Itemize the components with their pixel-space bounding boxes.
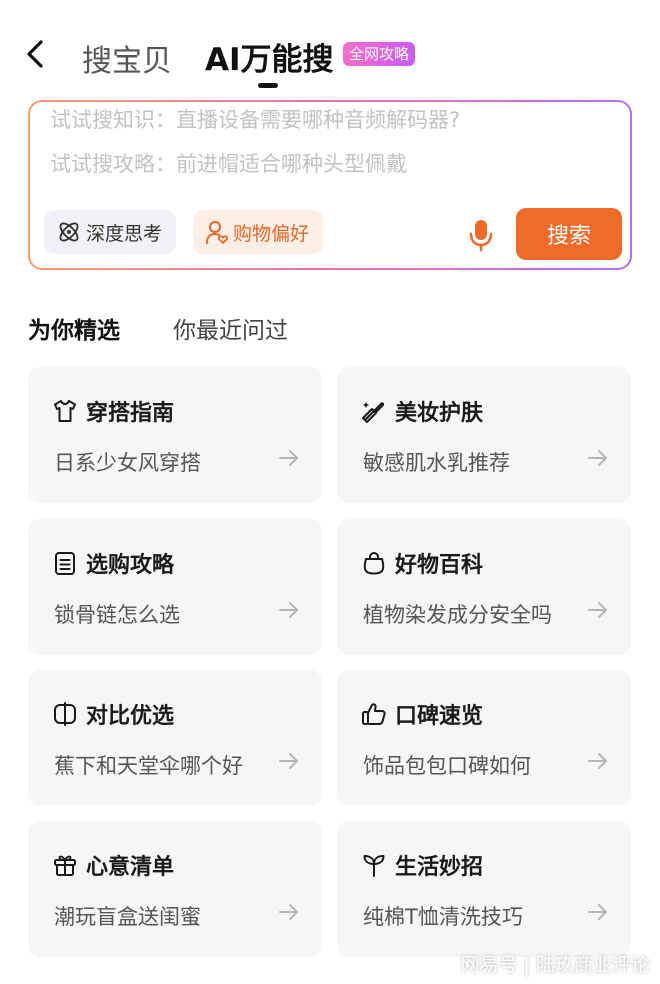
- card-title: 好物百科: [361, 547, 483, 579]
- card-title: 对比优选: [52, 698, 174, 730]
- back-button[interactable]: [20, 36, 50, 72]
- card-title-text: 选购攻略: [86, 553, 175, 578]
- card-query: 潮玩盲盒送闺蜜: [54, 905, 201, 929]
- card-title-text: 好物百科: [395, 553, 484, 578]
- suggestion-card-compare[interactable]: 对比优选 蕉下和天堂伞哪个好: [28, 670, 322, 806]
- compare-icon: [54, 702, 76, 726]
- gift-icon: [54, 855, 76, 876]
- search-hint-knowledge[interactable]: 试试搜知识：直播设备需要哪种音频解码器?: [50, 104, 460, 134]
- tab-baobei[interactable]: 搜宝贝: [82, 36, 172, 80]
- card-title: 生活妙招: [361, 849, 483, 881]
- ai-search-box: 试试搜知识：直播设备需要哪种音频解码器? 试试搜攻略：前进帽适合哪种头型佩戴 深…: [28, 100, 632, 270]
- card-query: 锁骨链怎么选: [54, 603, 180, 627]
- arrow-right-icon: [588, 904, 607, 920]
- tab-recently-asked[interactable]: 你最近问过: [173, 311, 288, 345]
- arrow-right-icon: [588, 602, 607, 618]
- suggestion-card-outfit[interactable]: 穿搭指南 日系少女风穿搭: [28, 367, 322, 503]
- shirt-icon: [54, 400, 76, 422]
- voice-input-button[interactable]: [466, 218, 496, 252]
- suggestion-card-reviews[interactable]: 口碑速览 饰品包包口碑如何: [337, 670, 631, 806]
- bag-icon: [363, 551, 385, 575]
- makeup-icon: [362, 402, 385, 423]
- card-query: 蕉下和天堂伞哪个好: [54, 754, 243, 778]
- arrow-right-icon: [279, 753, 298, 769]
- card-title: 选购攻略: [52, 547, 174, 579]
- card-title-text: 美妆护肤: [395, 401, 484, 426]
- arrow-right-icon: [588, 450, 607, 466]
- shopping-preference-label: 购物偏好: [233, 222, 310, 245]
- card-title-text: 穿搭指南: [86, 401, 175, 426]
- card-query: 敏感肌水乳推荐: [363, 451, 510, 475]
- shopping-preference-toggle[interactable]: 购物偏好: [193, 210, 324, 254]
- card-title-text: 生活妙招: [395, 855, 484, 880]
- suggestion-card-gift-list[interactable]: 心意清单 潮玩盲盒送闺蜜: [28, 821, 322, 957]
- suggestion-card-buying-guide[interactable]: 选购攻略 锁骨链怎么选: [28, 519, 322, 655]
- atom-icon: [59, 222, 79, 242]
- card-title-text: 口碑速览: [395, 704, 484, 729]
- card-query: 日系少女风穿搭: [54, 451, 201, 475]
- chevron-left-icon: [27, 40, 43, 68]
- user-heart-icon: [206, 221, 229, 244]
- suggestion-card-beauty[interactable]: 美妆护肤 敏感肌水乳推荐: [337, 367, 631, 503]
- card-title: 美妆护肤: [361, 395, 483, 427]
- card-title: 口碑速览: [361, 698, 483, 730]
- arrow-right-icon: [279, 450, 298, 466]
- arrow-right-icon: [279, 602, 298, 618]
- thumbs-up-icon: [362, 703, 386, 725]
- suggestion-card-life-tips[interactable]: 生活妙招 纯棉T恤清洗技巧: [337, 821, 631, 957]
- search-hint-guide[interactable]: 试试搜攻略：前进帽适合哪种头型佩戴: [50, 148, 407, 178]
- top-bar: 搜宝贝 AI万能搜 全网攻略: [0, 0, 660, 96]
- arrow-right-icon: [588, 753, 607, 769]
- watermark: 网易号 | 陆玖商业评论: [460, 954, 650, 976]
- microphone-icon: [469, 220, 493, 252]
- tab-ai-search[interactable]: AI万能搜: [205, 34, 334, 79]
- deep-thinking-label: 深度思考: [86, 222, 163, 245]
- card-title-text: 心意清单: [86, 855, 175, 880]
- card-title: 穿搭指南: [52, 395, 174, 427]
- card-query: 饰品包包口碑如何: [363, 754, 531, 778]
- search-button[interactable]: 搜索: [516, 208, 622, 260]
- card-query: 植物染发成分安全吗: [363, 603, 552, 627]
- card-title-text: 对比优选: [86, 704, 175, 729]
- clipboard-icon: [55, 552, 75, 575]
- card-query: 纯棉T恤清洗技巧: [363, 905, 523, 929]
- tab-for-you[interactable]: 为你精选: [28, 311, 120, 345]
- deep-thinking-toggle[interactable]: 深度思考: [44, 210, 177, 254]
- all-web-guide-badge: 全网攻略: [343, 42, 416, 66]
- card-title: 心意清单: [52, 849, 174, 881]
- search-input-area[interactable]: 试试搜知识：直播设备需要哪种音频解码器? 试试搜攻略：前进帽适合哪种头型佩戴 深…: [30, 102, 630, 268]
- arrow-right-icon: [279, 904, 298, 920]
- suggestion-card-encyclopedia[interactable]: 好物百科 植物染发成分安全吗: [337, 519, 631, 655]
- active-tab-indicator: [258, 83, 278, 88]
- sprout-icon: [363, 855, 385, 877]
